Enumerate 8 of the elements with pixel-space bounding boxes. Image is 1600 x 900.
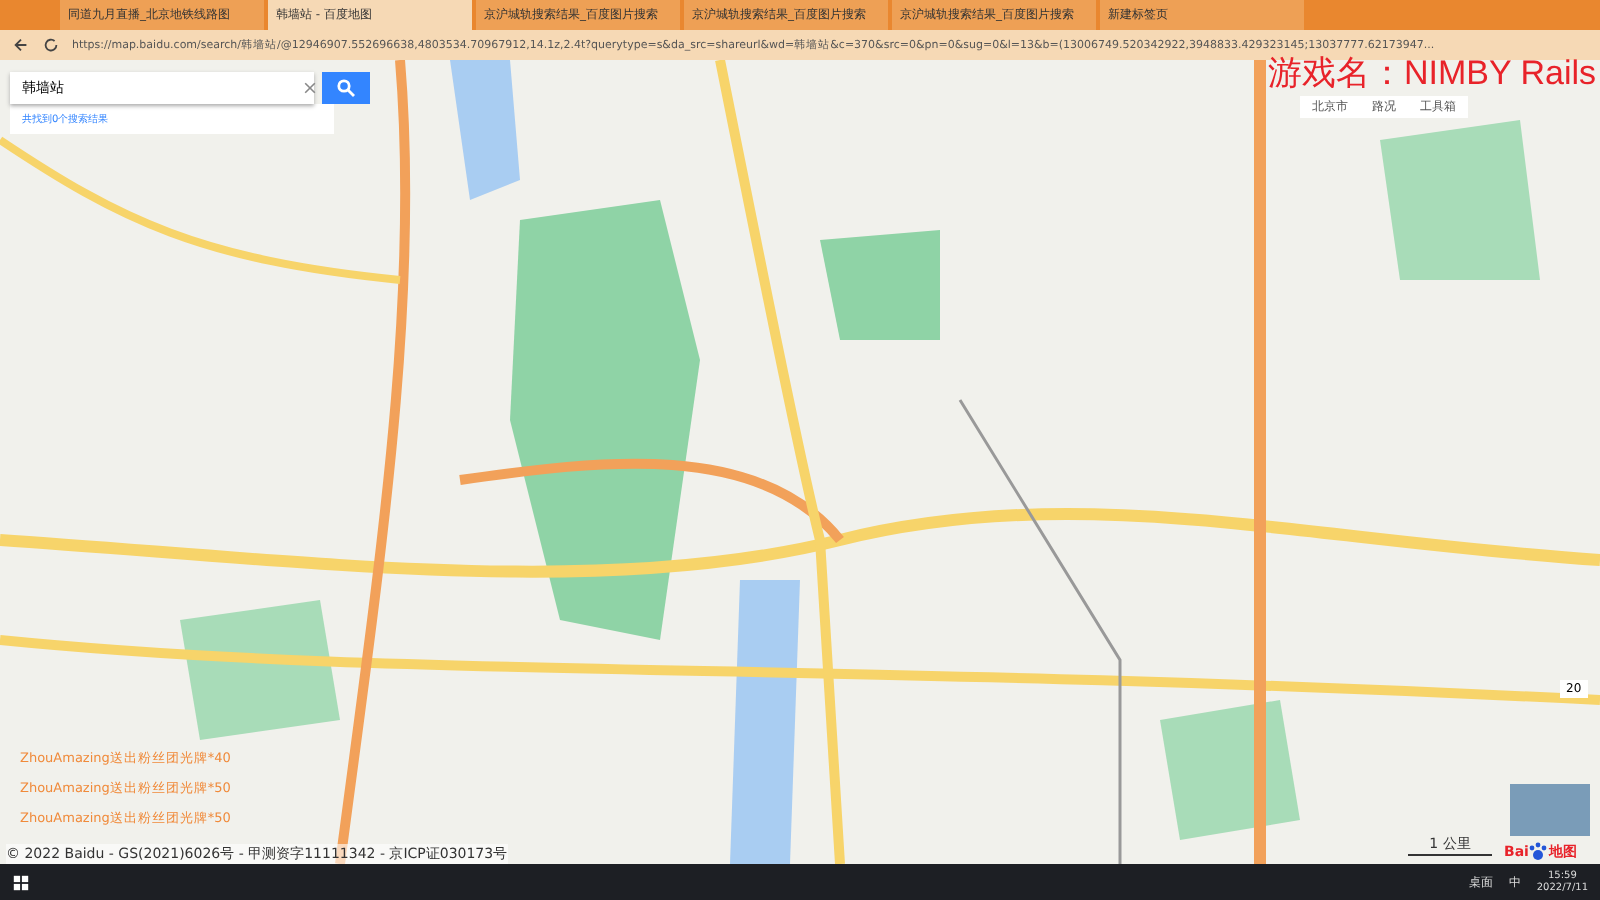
paw-icon [1528, 842, 1549, 862]
stream-game-title: 游戏名：NIMBY Rails [1267, 54, 1596, 92]
close-icon[interactable] [302, 80, 318, 96]
windows-start-icon[interactable] [12, 873, 30, 891]
search-icon [336, 78, 356, 98]
search-button[interactable] [322, 72, 370, 104]
refresh-icon[interactable] [42, 36, 60, 54]
back-arrow-icon[interactable] [12, 36, 30, 54]
